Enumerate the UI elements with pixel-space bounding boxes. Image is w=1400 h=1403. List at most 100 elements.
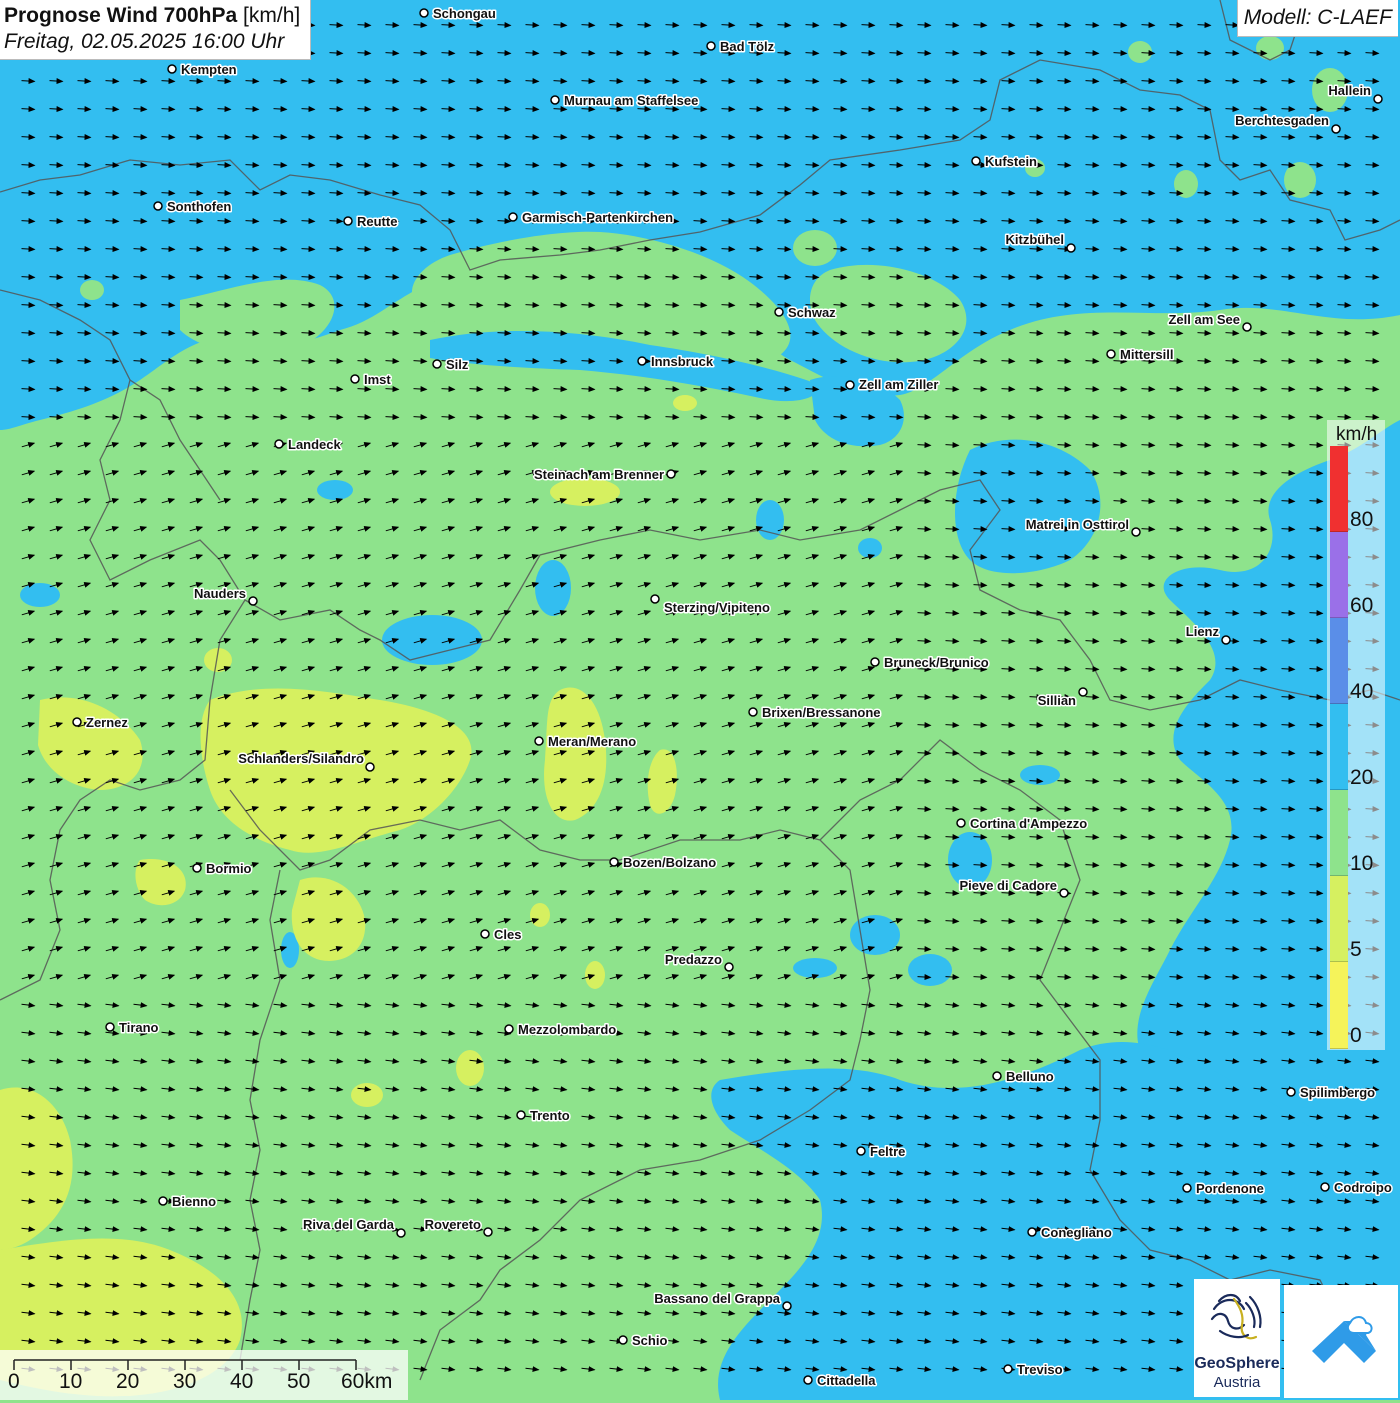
wind-map: Schongau Bad Tölz Kempten Murnau am Staf… bbox=[0, 0, 1400, 1400]
svg-text:Feltre: Feltre bbox=[870, 1144, 905, 1159]
legend-swatch-40-60 bbox=[1330, 618, 1348, 704]
svg-text:Kitzbühel: Kitzbühel bbox=[1006, 232, 1065, 247]
svg-text:Schongau: Schongau bbox=[433, 6, 496, 21]
map-title-box: Prognose Wind 700hPa [km/h] Freitag, 02.… bbox=[0, 0, 312, 60]
wind-zone-light-12 bbox=[530, 903, 550, 927]
svg-text:Belluno: Belluno bbox=[1006, 1069, 1054, 1084]
svg-text:Cittadella: Cittadella bbox=[817, 1373, 876, 1388]
wind-zone-moderate-north-10 bbox=[1176, 373, 1204, 393]
legend-tick-0: 0 bbox=[1350, 1024, 1362, 1047]
svg-text:Imst: Imst bbox=[364, 372, 391, 387]
svg-text:Bruneck/Brunico: Bruneck/Brunico bbox=[884, 655, 989, 670]
svg-text:Codroipo: Codroipo bbox=[1334, 1180, 1392, 1195]
weather-app-logo[interactable] bbox=[1284, 1285, 1398, 1398]
svg-text:Mezzolombardo: Mezzolombardo bbox=[518, 1022, 616, 1037]
svg-text:Murnau am Staffelsee: Murnau am Staffelsee bbox=[564, 93, 698, 108]
city-bruneck[interactable]: Bruneck/Brunico bbox=[870, 654, 990, 672]
city-brixen[interactable]: Brixen/Bressanone bbox=[748, 704, 882, 722]
scale-label-30: 30 bbox=[173, 1370, 197, 1393]
city-bozen[interactable]: Bozen/Bolzano bbox=[609, 854, 718, 872]
wind-zone-moderate-north-5 bbox=[1256, 36, 1284, 60]
city-murnau[interactable]: Murnau am Staffelsee bbox=[550, 92, 700, 110]
svg-text:Trento: Trento bbox=[530, 1108, 570, 1123]
svg-text:Conegliano: Conegliano bbox=[1041, 1225, 1112, 1240]
city-cortina[interactable]: Cortina d'Ampezzo bbox=[956, 815, 1089, 833]
svg-text:Hallein: Hallein bbox=[1328, 83, 1371, 98]
svg-text:Silz: Silz bbox=[446, 357, 469, 372]
city-steinach[interactable]: Steinach am Brenner bbox=[532, 466, 676, 484]
svg-text:Mittersill: Mittersill bbox=[1120, 347, 1173, 362]
legend-color-bar bbox=[1330, 446, 1348, 1049]
wind-zone-fresh-patch-8 bbox=[908, 954, 952, 986]
wind-zone-moderate-north-6 bbox=[1128, 41, 1152, 63]
geosphere-emblem-icon bbox=[1210, 1293, 1262, 1340]
app-arrow-icon bbox=[1312, 1316, 1376, 1363]
city-pordenone[interactable]: Pordenone bbox=[1182, 1180, 1265, 1198]
wind-zone-fresh-patch-12 bbox=[1020, 765, 1060, 785]
svg-text:Riva del Garda: Riva del Garda bbox=[303, 1217, 395, 1232]
svg-text:Pieve di Cadore: Pieve di Cadore bbox=[959, 878, 1057, 893]
wind-zone-light-10 bbox=[456, 1050, 484, 1086]
scale-label-10: 10 bbox=[59, 1370, 83, 1393]
svg-text:Schio: Schio bbox=[632, 1333, 667, 1348]
color-legend: km/h 80 60 40 20 10 5 0 bbox=[1327, 420, 1385, 1050]
city-mezzolombardo[interactable]: Mezzolombardo bbox=[504, 1021, 618, 1039]
svg-text:Treviso: Treviso bbox=[1017, 1362, 1063, 1377]
legend-swatch-0-5 bbox=[1330, 962, 1348, 1049]
city-spilimbergo[interactable]: Spilimbergo bbox=[1286, 1084, 1377, 1102]
city-garmisch[interactable]: Garmisch-Partenkirchen bbox=[508, 209, 675, 227]
svg-text:Cles: Cles bbox=[494, 927, 521, 942]
svg-text:Kufstein: Kufstein bbox=[985, 154, 1037, 169]
scale-bar: 0 10 20 30 40 50 60km bbox=[0, 1350, 408, 1400]
wind-zone-fresh-patch-5 bbox=[317, 480, 353, 500]
scale-label-50: 50 bbox=[287, 1370, 311, 1393]
svg-text:Brixen/Bressanone: Brixen/Bressanone bbox=[762, 705, 881, 720]
svg-text:Spilimbergo: Spilimbergo bbox=[1300, 1085, 1375, 1100]
wind-zone-fresh-patch-11 bbox=[20, 583, 60, 607]
svg-text:Bozen/Bolzano: Bozen/Bolzano bbox=[623, 855, 716, 870]
svg-text:Zell am See: Zell am See bbox=[1168, 312, 1240, 327]
city-meran[interactable]: Meran/Merano bbox=[534, 733, 638, 751]
map-timestamp: Freitag, 02.05.2025 16:00 Uhr bbox=[4, 30, 285, 53]
wind-zone-fresh-patch-2 bbox=[535, 560, 571, 616]
scale-label-60km: 60km bbox=[341, 1370, 393, 1393]
svg-text:Bassano del Grappa: Bassano del Grappa bbox=[654, 1291, 780, 1306]
svg-text:Tirano: Tirano bbox=[119, 1020, 159, 1035]
scale-label-40: 40 bbox=[230, 1370, 254, 1393]
model-label: Modell: C-LAEF bbox=[1236, 0, 1398, 37]
geosphere-logo[interactable]: GeoSphere Austria bbox=[1194, 1279, 1280, 1397]
svg-text:Bad Tölz: Bad Tölz bbox=[720, 39, 775, 54]
svg-text:Cortina d'Ampezzo: Cortina d'Ampezzo bbox=[970, 816, 1087, 831]
scale-label-0: 0 bbox=[8, 1370, 20, 1393]
svg-text:Zell am Ziller: Zell am Ziller bbox=[859, 377, 938, 392]
svg-text:Pordenone: Pordenone bbox=[1196, 1181, 1264, 1196]
svg-text:Garmisch-Partenkirchen: Garmisch-Partenkirchen bbox=[522, 210, 673, 225]
wind-zone-fresh-patch-10 bbox=[793, 958, 837, 978]
legend-swatch-80plus bbox=[1330, 446, 1348, 532]
svg-text:Zernez: Zernez bbox=[86, 715, 128, 730]
map-title-unit: [km/h] bbox=[243, 4, 301, 27]
svg-text:Kempten: Kempten bbox=[181, 62, 237, 77]
wind-zone-moderate-north-8 bbox=[1174, 170, 1198, 198]
svg-text:Meran/Merano: Meran/Merano bbox=[548, 734, 636, 749]
legend-tick-40: 40 bbox=[1350, 680, 1374, 703]
wind-zone-light-14 bbox=[351, 1083, 383, 1107]
city-conegliano[interactable]: Conegliano bbox=[1027, 1224, 1113, 1242]
legend-tick-80: 80 bbox=[1350, 508, 1374, 531]
geosphere-logo-line2: Austria bbox=[1213, 1374, 1261, 1391]
svg-text:Innsbruck: Innsbruck bbox=[651, 354, 714, 369]
svg-text:Sonthofen: Sonthofen bbox=[167, 199, 231, 214]
map-title-bold: Prognose Wind 700hPa bbox=[4, 4, 238, 27]
legend-tick-60: 60 bbox=[1350, 594, 1374, 617]
wind-zone-light-15 bbox=[673, 395, 697, 411]
svg-text:Bienno: Bienno bbox=[172, 1194, 216, 1209]
svg-text:Predazzo: Predazzo bbox=[665, 952, 722, 967]
svg-text:Rovereto: Rovereto bbox=[425, 1217, 481, 1232]
svg-text:Sterzing/Vipiteno: Sterzing/Vipiteno bbox=[664, 600, 770, 615]
map-title: Prognose Wind 700hPa [km/h] bbox=[4, 3, 300, 29]
wind-zone-light-11 bbox=[585, 961, 605, 989]
legend-swatch-60-80 bbox=[1330, 532, 1348, 618]
city-zell-am-ziller[interactable]: Zell am Ziller bbox=[845, 376, 940, 394]
wind-zone-fresh-patch-7 bbox=[850, 915, 900, 955]
legend-swatch-10-20 bbox=[1330, 790, 1348, 876]
